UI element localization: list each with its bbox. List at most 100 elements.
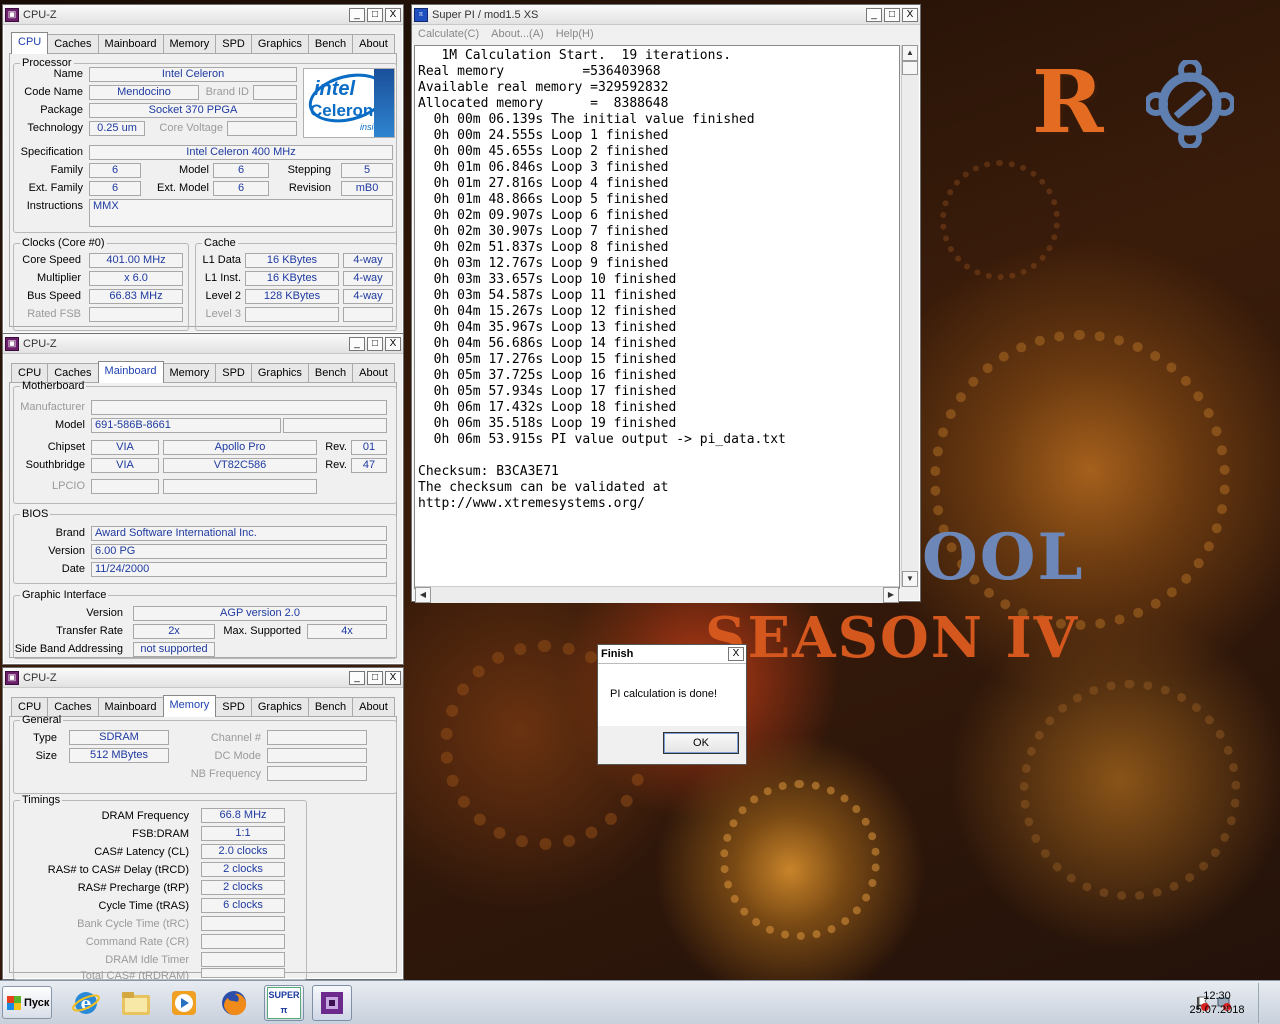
output-line: 0h 04m 15.267s Loop 12 finished [418,304,677,319]
tab-cpu[interactable]: CPU [11,32,49,54]
level3-assoc [343,307,393,322]
scroll-down-button[interactable]: ▼ [902,571,918,587]
taskbar-firefox[interactable] [214,985,254,1021]
taskbar-explorer[interactable] [116,985,156,1021]
scroll-thumb[interactable] [902,61,918,75]
tab-spd[interactable]: SPD [215,34,252,54]
ok-button[interactable]: OK [663,732,739,754]
max-supported-value: 4x [307,624,387,639]
chipset-rev-label: Rev. [325,441,347,453]
trcd-label: RAS# to CAS# Delay (tRCD) [47,864,189,876]
tab-mainboard[interactable]: Mainboard [97,34,164,54]
menu-help[interactable]: Help(H) [556,28,594,40]
nbfreq-value [267,766,367,781]
menu-bar: Calculate(C) About...(A) Help(H) [412,25,920,43]
tras-label: Cycle Time (tRAS) [98,900,189,912]
tab-caches[interactable]: Caches [47,34,99,54]
instructions-label: Instructions [26,200,83,212]
close-button[interactable]: X [385,7,401,22]
output-line: 0h 03m 33.657s Loop 10 finished [418,272,677,287]
vertical-scrollbar[interactable]: ▲ ▼ [901,45,918,587]
level2-label: Level 2 [205,290,241,302]
nbfreq-label: NB Frequency [190,768,261,780]
taskbar-clock[interactable]: 12:30 25.07.2018 [1182,989,1252,1017]
maximize-button[interactable]: □ [367,7,383,22]
dialog-title-bar[interactable]: Finish X [598,645,746,664]
level2-assoc: 4-way [343,289,393,304]
title-bar[interactable]: ▣ CPU-Z _ □ X [3,668,403,688]
dialog-title: Finish [601,648,634,660]
cache-legend: Cache [204,237,236,249]
tab-mainboard[interactable]: Mainboard [97,361,164,383]
minimize-button[interactable]: _ [349,670,365,685]
show-desktop-button[interactable] [1258,983,1280,1023]
title-bar[interactable]: ▣ CPU-Z _ □ X [3,334,403,354]
bios-date-label: Date [61,563,85,575]
cpuz-cpu-window: ▣ CPU-Z _ □ X CPU Caches Mainboard Memor… [2,4,404,334]
intel-celeron-logo: intel Celeron inside [303,68,395,138]
scroll-right-button[interactable]: ▶ [883,587,899,603]
output-line: 0h 06m 53.915s PI value output -> pi_dat… [418,432,786,447]
output-area[interactable]: 1M Calculation Start. 19 iterations. Real… [414,45,900,589]
maximize-button[interactable]: □ [884,7,900,22]
taskbar-ie[interactable]: e [66,985,106,1021]
internet-explorer-icon: e [72,992,100,1014]
tab-bar: CPU Caches Mainboard Memory SPD Graphics… [11,32,395,54]
codename-value: Mendocino [89,85,199,100]
channel-label: Channel # [210,732,261,744]
mem-size-label: Size [35,750,57,762]
minimize-button[interactable]: _ [349,336,365,351]
tab-memory[interactable]: Memory [162,34,217,54]
menu-calculate[interactable]: Calculate(C) [418,28,479,40]
output-line: 0h 05m 57.934s Loop 17 finished [418,384,677,399]
menu-about[interactable]: About...(A) [491,28,544,40]
close-button[interactable]: X [385,336,401,351]
manufacturer-label: Manufacturer [20,401,85,413]
close-button[interactable]: X [385,670,401,685]
channel-value [267,730,367,745]
clocks-legend: Clocks (Core #0) [22,237,105,249]
output-line: Real memory =536403968 [418,64,661,79]
southbridge-vendor: VIA [91,458,159,473]
minimize-button[interactable]: _ [866,7,882,22]
brandid-value [253,85,297,100]
maximize-button[interactable]: □ [367,670,383,685]
corevoltage-label: Core Voltage [159,122,223,134]
gi-version-value: AGP version 2.0 [133,606,387,621]
southbridge-value: VT82C586 [163,458,317,473]
stepping-value: 5 [341,163,393,178]
cpuz-memory-window: ▣ CPU-Z _ □ X CPU Caches Mainboard Memor… [2,667,404,982]
superpi-app-icon: π [414,7,428,22]
scroll-up-button[interactable]: ▲ [902,45,918,61]
fsbdram-label: FSB:DRAM [132,828,189,840]
stepping-label: Stepping [287,164,331,176]
output-line: 0h 06m 17.432s Loop 18 finished [418,400,677,415]
scroll-left-button[interactable]: ◀ [415,587,431,603]
output-line: 0h 04m 56.686s Loop 14 finished [418,336,677,351]
minimize-button[interactable]: _ [349,7,365,22]
close-button[interactable]: X [902,7,918,22]
horizontal-scrollbar[interactable]: ◀ ▶ [415,586,899,603]
taskbar-cpuz[interactable] [312,985,352,1021]
wallpaper-logo-o-icon [1146,60,1234,148]
title-bar[interactable]: ▣ CPU-Z _ □ X [3,5,403,25]
name-value: Intel Celeron [89,67,297,82]
windows-flag-icon [7,995,21,1010]
tab-about[interactable]: About [352,34,395,54]
output-line: 0h 01m 48.866s Loop 5 finished [418,192,669,207]
tab-graphics[interactable]: Graphics [250,34,309,54]
maximize-button[interactable]: □ [367,336,383,351]
tab-bench[interactable]: Bench [307,34,354,54]
title-bar[interactable]: π Super PI / mod1.5 XS _ □ X [412,5,920,25]
dialog-close-button[interactable]: X [728,647,744,661]
taskbar-superpi[interactable]: SUPER π [264,985,304,1021]
taskbar-media-player[interactable] [164,985,204,1021]
l1data-assoc: 4-way [343,253,393,268]
cpuz-app-icon: ▣ [5,670,19,685]
dcmode-value [267,748,367,763]
package-label: Package [40,104,83,116]
start-button[interactable]: Пуск [2,986,52,1019]
output-line: 0h 02m 09.907s Loop 6 finished [418,208,669,223]
bios-version-label: Version [48,545,85,557]
tab-memory[interactable]: Memory [162,695,217,717]
